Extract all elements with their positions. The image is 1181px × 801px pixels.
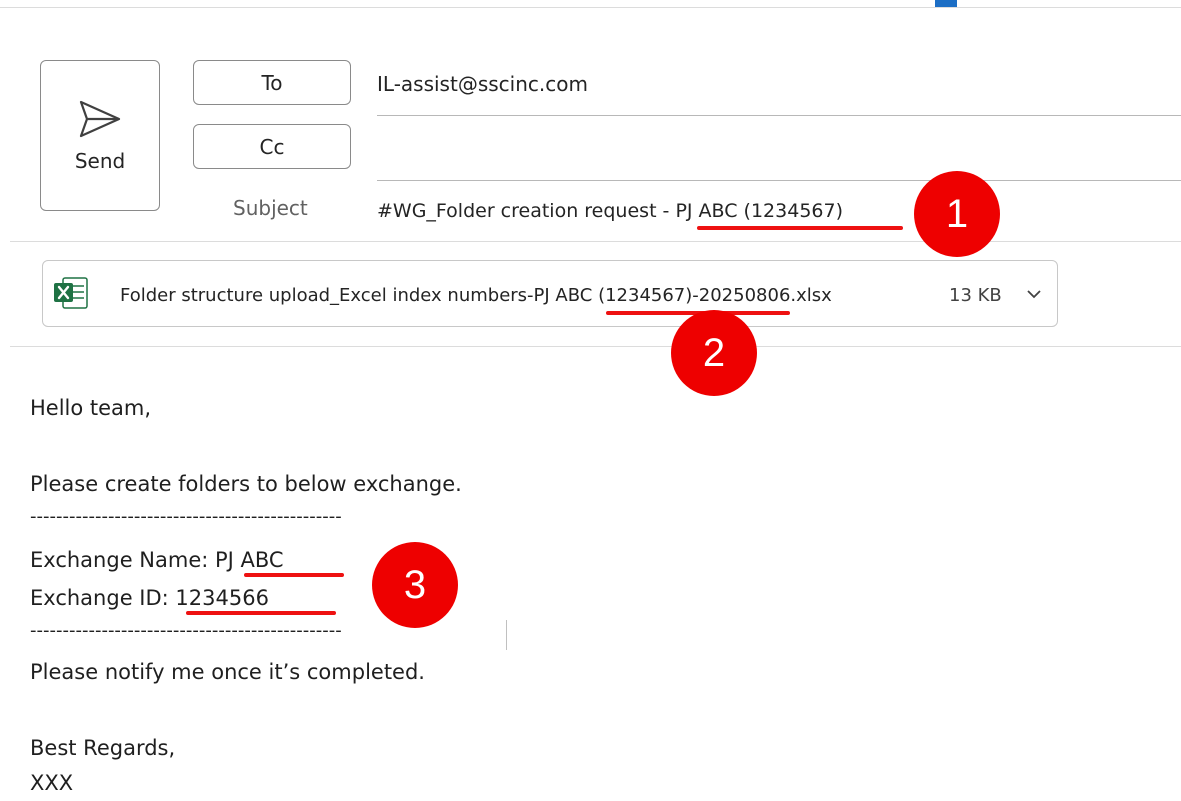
header-divider xyxy=(10,241,1181,242)
excel-icon xyxy=(54,277,88,309)
chevron-down-icon[interactable] xyxy=(1027,289,1041,299)
attachment-filename: Folder structure upload_Excel index numb… xyxy=(120,285,832,306)
cc-field-underline xyxy=(377,180,1181,181)
body-greeting: Hello team, xyxy=(30,396,152,420)
subject-label: Subject xyxy=(233,196,308,220)
send-label: Send xyxy=(74,148,126,173)
subject-field[interactable]: #WG_Folder creation request - PJ ABC (12… xyxy=(377,200,843,222)
body-request-line: Please create folders to below exchange. xyxy=(30,472,462,496)
to-button[interactable]: To xyxy=(193,60,351,105)
to-field[interactable]: IL-assist@sscinc.com xyxy=(377,72,588,96)
body-exchange-name: Exchange Name: PJ ABC xyxy=(30,548,284,572)
toolbar-blue-marker xyxy=(935,0,957,7)
body-notify-line: Please notify me once it’s completed. xyxy=(30,660,425,684)
attachment-divider xyxy=(10,346,1181,347)
top-divider xyxy=(0,7,1181,8)
annotation-underline-id xyxy=(186,611,336,615)
cc-field[interactable] xyxy=(377,136,1167,166)
body-closing: Best Regards, xyxy=(30,736,176,760)
attachment-card[interactable]: Folder structure upload_Excel index numb… xyxy=(42,260,1058,327)
annotation-underline-name xyxy=(244,573,344,577)
annotation-badge-1: 1 xyxy=(914,171,1000,257)
text-cursor xyxy=(506,620,507,650)
send-icon xyxy=(79,100,121,137)
annotation-badge-3: 3 xyxy=(372,542,458,628)
body-signature: XXX xyxy=(30,771,74,795)
to-label: To xyxy=(261,70,283,95)
body-separator-top: ----------------------------------------… xyxy=(30,506,342,527)
attachment-size: 13 KB xyxy=(949,285,1002,306)
cc-button[interactable]: Cc xyxy=(193,124,351,169)
body-exchange-id: Exchange ID: 1234566 xyxy=(30,586,269,610)
send-button[interactable]: Send xyxy=(40,60,160,211)
annotation-underline-subject xyxy=(697,226,903,230)
annotation-badge-2: 2 xyxy=(671,310,757,396)
cc-label: Cc xyxy=(259,134,285,159)
to-field-underline xyxy=(377,115,1181,116)
